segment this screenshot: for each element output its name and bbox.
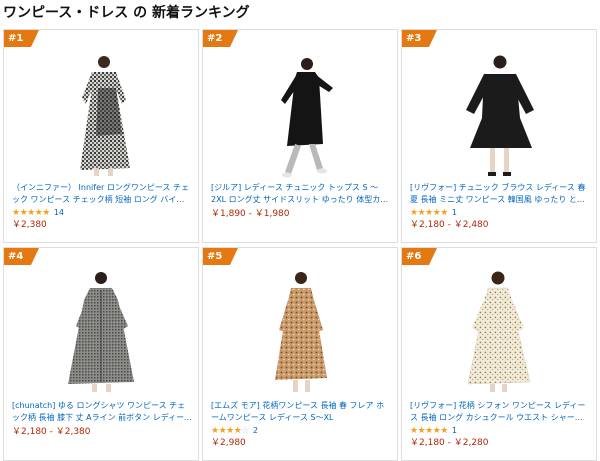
page-title: ワンピース・ドレス の 新着ランキング	[3, 5, 250, 21]
product-price: ￥2,380	[12, 220, 47, 230]
product-card-2[interactable]: #2 [ジルア] レディース チュニック トップス S ～ 2XL ロング丈 サ…	[202, 29, 398, 243]
product-price: ￥1,890 - ￥1,980	[211, 209, 290, 219]
product-price: ￥2,980	[211, 438, 246, 448]
rank-badge: #1	[4, 30, 39, 47]
star-rating-icon: ★★★★☆	[211, 426, 249, 436]
review-count[interactable]: 2	[253, 426, 258, 436]
product-title[interactable]: [リヴフォー] チュニック ブラウス レディース 春夏 長袖 ミニ丈 ワンピース…	[410, 182, 590, 206]
product-image[interactable]	[4, 48, 198, 180]
rating[interactable]: ★★★★☆ 2	[211, 426, 258, 436]
product-image[interactable]	[402, 48, 596, 180]
review-count[interactable]: 14	[54, 208, 64, 218]
star-rating-icon: ★★★★★	[410, 426, 448, 436]
rank-badge: #5	[203, 248, 238, 265]
star-rating-icon: ★★★★★	[12, 208, 50, 218]
product-image[interactable]	[203, 266, 397, 398]
product-title[interactable]: [ジルア] レディース チュニック トップス S ～ 2XL ロング丈 サイドス…	[211, 182, 391, 206]
product-title[interactable]: （インニファー） Innifer ロングワンピース チェック ワンピース チェッ…	[12, 182, 192, 206]
rating[interactable]: ★★★★★ 1	[410, 208, 457, 218]
rating[interactable]: ★★★★★ 14	[12, 208, 64, 218]
review-count[interactable]: 1	[452, 426, 457, 436]
rank-badge: #2	[203, 30, 238, 47]
rank-badge: #3	[402, 30, 437, 47]
product-title[interactable]: [chunatch] ゆる ロングシャツ ワンピース チェック柄 長袖 膝下 丈…	[12, 400, 192, 424]
rating[interactable]: ★★★★★ 1	[410, 426, 457, 436]
review-count[interactable]: 1	[452, 208, 457, 218]
star-rating-icon: ★★★★★	[410, 208, 448, 218]
product-price: ￥2,180 - ￥2,380	[12, 427, 91, 437]
product-card-6[interactable]: #6 [リヴフォー] 花柄 シフォン ワンピース レディース 長袖 ロング カシ…	[401, 247, 597, 461]
product-image[interactable]	[4, 266, 198, 398]
product-card-5[interactable]: #5 [エムズ モア] 花柄ワンピース 長袖 春 フレア ホームワンピース レデ…	[202, 247, 398, 461]
product-card-1[interactable]: #1 （インニファー） Innifer ロングワンピース チェック ワンピース …	[3, 29, 199, 243]
product-title[interactable]: [エムズ モア] 花柄ワンピース 長袖 春 フレア ホームワンピース レディース…	[211, 400, 391, 424]
product-price: ￥2,180 - ￥2,480	[410, 220, 489, 230]
product-image[interactable]	[402, 266, 596, 398]
product-price: ￥2,180 - ￥2,280	[410, 438, 489, 448]
rank-badge: #6	[402, 248, 437, 265]
product-card-3[interactable]: #3 [リヴフォー] チュニック ブラウス レディース 春夏 長袖 ミニ丈 ワン…	[401, 29, 597, 243]
rank-badge: #4	[4, 248, 39, 265]
product-image[interactable]	[203, 48, 397, 180]
product-title[interactable]: [リヴフォー] 花柄 シフォン ワンピース レディース 長袖 ロング カシュクー…	[410, 400, 590, 424]
product-card-4[interactable]: #4 [chunatch] ゆる ロングシャツ ワンピース チェック柄 長袖 膝…	[3, 247, 199, 461]
ranking-grid: #1 （インニファー） Innifer ロングワンピース チェック ワンピース …	[3, 29, 600, 461]
